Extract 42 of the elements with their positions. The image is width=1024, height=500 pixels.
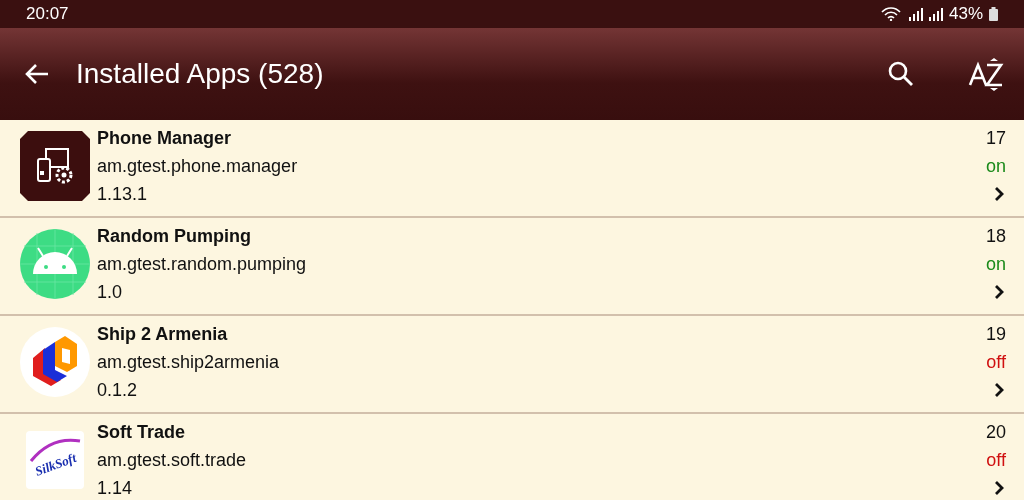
- signal-icon: [908, 7, 923, 21]
- package-name: am.gtest.ship2armenia: [97, 351, 280, 374]
- app-row[interactable]: Phone Manager am.gtest.phone.manager 1.13.1 17 on: [0, 120, 1024, 218]
- app-version: 1.13.1: [97, 183, 148, 206]
- app-name: Phone Manager: [97, 127, 232, 150]
- app-version: 0.1.2: [97, 379, 138, 402]
- chevron-icon[interactable]: [994, 186, 1004, 202]
- signal-icon: [928, 7, 943, 21]
- back-icon[interactable]: [24, 63, 50, 85]
- app-number: 19: [985, 323, 1006, 346]
- app-version: 1.0: [97, 281, 123, 304]
- app-status: off: [986, 449, 1006, 472]
- package-name: am.gtest.soft.trade: [97, 449, 247, 472]
- app-row[interactable]: Ship 2 Armenia am.gtest.ship2armenia 0.1.2 19 off: [0, 316, 1024, 414]
- app-version: 1.14: [97, 477, 133, 500]
- chevron-icon[interactable]: [994, 480, 1004, 496]
- app-row[interactable]: SilkSoft Soft Trade am.gtest.soft.trade 1.14 20 off: [0, 414, 1024, 500]
- chevron-icon[interactable]: [994, 284, 1004, 300]
- app-icon: [18, 326, 91, 398]
- battery-icon: [989, 7, 998, 21]
- app-icon: [19, 131, 90, 201]
- app-status: off: [986, 351, 1006, 374]
- package-name: am.gtest.phone.manager: [97, 155, 298, 178]
- app-number: 17: [985, 127, 1006, 150]
- screen-title: Installed Apps (528): [76, 58, 325, 90]
- app-status: on: [985, 155, 1006, 178]
- chevron-icon[interactable]: [994, 382, 1004, 398]
- sort-icon[interactable]: [968, 57, 1004, 91]
- app-name: Soft Trade: [97, 421, 185, 444]
- battery-level: 43%: [948, 4, 983, 24]
- app-row[interactable]: Random Pumping am.gtest.random.pumping 1.0 18 on: [0, 218, 1024, 316]
- app-number: 18: [985, 225, 1006, 248]
- app-number: 20: [985, 421, 1006, 444]
- wifi-icon: [880, 7, 903, 21]
- status-time: 20:07: [26, 4, 69, 24]
- search-icon[interactable]: [888, 61, 914, 87]
- app-name: Ship 2 Armenia: [97, 323, 228, 346]
- app-name: Random Pumping: [97, 225, 251, 248]
- package-name: am.gtest.random.pumping: [97, 253, 307, 276]
- app-icon: [18, 228, 91, 300]
- app-status: on: [985, 253, 1006, 276]
- app-icon: SilkSoft: [25, 431, 84, 489]
